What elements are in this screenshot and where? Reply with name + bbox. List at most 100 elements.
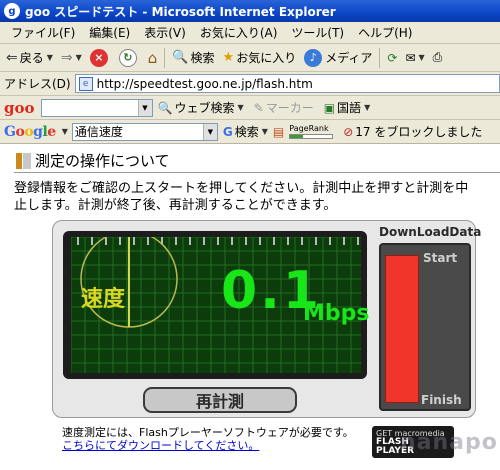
search-label: 検索 xyxy=(190,51,215,65)
news-icon[interactable]: ▤ xyxy=(273,125,284,139)
back-dropdown-icon[interactable]: ▼ xyxy=(47,53,53,62)
web-search-label: ウェブ検索 xyxy=(174,101,235,115)
watermark: nanapo.net xyxy=(400,430,500,455)
favorites-star-icon: ★ xyxy=(222,50,235,65)
meter-screen: 速度 0.1 Mbps xyxy=(71,237,369,373)
download-title: DownLoadData xyxy=(379,225,482,239)
intro-line-1: 登録情報をご確認の上スタートを押してください。計測中止を押すと計測を中 xyxy=(14,181,469,196)
heading-text: 測定の操作について xyxy=(35,152,170,170)
history-button[interactable]: ⟳ xyxy=(383,46,401,70)
menu-edit[interactable]: 編集(E) xyxy=(82,24,137,41)
remeasure-button[interactable]: 再計測 xyxy=(143,387,297,413)
footnote-text: 速度測定には、Flashプレーヤーソフトウェアが必要です。 xyxy=(62,426,354,439)
dictionary-button[interactable]: ▣ 国語 ▼ xyxy=(319,99,376,116)
heading-marker-icon xyxy=(16,152,31,169)
flash-requirement-note: 速度測定には、Flashプレーヤーソフトウェアが必要です。 こちらにてダウンロー… xyxy=(62,426,354,452)
window-title-bar: g goo スピードテスト - Microsoft Internet Explo… xyxy=(0,0,500,22)
dictionary-icon: ▣ xyxy=(323,100,336,115)
menu-favorites[interactable]: お気に入り(A) xyxy=(193,24,285,41)
toolbar-divider xyxy=(379,47,381,68)
web-search-dropdown-icon[interactable]: ▼ xyxy=(237,103,243,112)
google-search-dropdown-icon[interactable]: ▼ xyxy=(202,123,217,140)
search-button[interactable]: 🔍 検索 xyxy=(168,46,218,70)
forward-arrow-icon: ⇒ xyxy=(60,49,73,66)
address-label: アドレス(D) xyxy=(4,77,71,91)
goo-search-dropdown-icon[interactable]: ▼ xyxy=(137,99,152,116)
flash-download-link[interactable]: こちらにてダウンロードしてください。 xyxy=(62,439,354,452)
mail-button[interactable]: ✉ ▼ xyxy=(401,46,428,70)
google-menu-dropdown-icon[interactable]: ▼ xyxy=(62,127,68,136)
popup-blocked-count: 17 をブロックしました xyxy=(355,125,483,139)
menu-file[interactable]: ファイル(F) xyxy=(4,24,82,41)
goo-toolbar: goo ▼ 🔍 ウェブ検索 ▼ ✎ マーカー ▣ 国語 ▼ xyxy=(0,96,500,120)
search-icon: 🔍 xyxy=(157,100,173,115)
print-icon: ⎙ xyxy=(432,50,443,64)
google-search-options-icon[interactable]: ▼ xyxy=(262,127,268,136)
popup-blocker-button[interactable]: ⊘ 17 をブロックしました xyxy=(338,123,487,140)
intro-line-2: 止します。計測が終了後、再計測することができます。 xyxy=(14,198,337,213)
menu-help[interactable]: ヘルプ(H) xyxy=(351,24,419,41)
goo-logo[interactable]: goo xyxy=(4,99,35,117)
google-toolbar: Google ▼ 通信速度 ▼ G 検索 ▼ ▤ PageRank ⊘ 17 を… xyxy=(0,120,500,144)
goo-search-input[interactable]: ▼ xyxy=(40,98,153,117)
web-search-button[interactable]: 🔍 ウェブ検索 ▼ xyxy=(153,99,249,116)
ie-goo-icon: g xyxy=(4,3,20,19)
back-button[interactable]: ⇐ 戻る ▼ xyxy=(2,46,57,70)
address-url: http://speedtest.goo.ne.jp/flash.htm xyxy=(96,76,313,91)
download-data-panel: DownLoadData Start Finish xyxy=(375,221,481,417)
google-g-icon: G xyxy=(222,124,233,139)
standard-toolbar: ⇐ 戻る ▼ ⇒ ▼ × ↻ ⌂ 🔍 検索 ★ お気に入り ♪ メディア ⟳ ✉… xyxy=(0,44,500,72)
menu-bar: ファイル(F) 編集(E) 表示(V) お気に入り(A) ツール(T) ヘルプ(… xyxy=(0,22,500,44)
back-arrow-icon: ⇐ xyxy=(6,49,18,66)
pagerank-fill xyxy=(290,135,303,138)
stop-button[interactable]: × xyxy=(86,46,115,70)
page-icon: e xyxy=(78,76,93,91)
marker-icon: ✎ xyxy=(253,100,264,115)
media-label: メディア xyxy=(325,51,373,65)
mail-dropdown-icon[interactable]: ▼ xyxy=(419,53,425,62)
google-logo[interactable]: Google xyxy=(4,124,56,140)
google-search-button[interactable]: G 検索 ▼ xyxy=(218,123,273,140)
forward-dropdown-icon[interactable]: ▼ xyxy=(76,53,82,62)
google-search-input[interactable]: 通信速度 ▼ xyxy=(71,122,218,141)
refresh-button[interactable]: ↻ xyxy=(115,46,144,70)
marker-button[interactable]: ✎ マーカー xyxy=(249,99,319,116)
address-input[interactable]: e http://speedtest.goo.ne.jp/flash.htm xyxy=(74,74,500,93)
pagerank-indicator: PageRank xyxy=(289,124,334,139)
google-search-label: 検索 xyxy=(234,125,259,139)
back-label: 戻る xyxy=(19,51,44,65)
forward-button[interactable]: ⇒ ▼ xyxy=(57,46,86,70)
search-icon: 🔍 xyxy=(172,50,189,65)
menu-tools[interactable]: ツール(T) xyxy=(284,24,351,41)
popup-blocker-icon: ⊘ xyxy=(343,124,354,139)
pagerank-bar xyxy=(289,134,334,139)
dictionary-dropdown-icon[interactable]: ▼ xyxy=(364,103,370,112)
download-gauge: Start Finish xyxy=(379,243,471,411)
pagerank-label: PageRank xyxy=(289,124,329,133)
dictionary-label: 国語 xyxy=(337,101,362,115)
marker-label: マーカー xyxy=(265,101,314,115)
home-button[interactable]: ⌂ xyxy=(144,46,162,70)
page-content: 測定の操作について 登録情報をご確認の上スタートを押してください。計測中止を押す… xyxy=(0,144,500,470)
refresh-icon: ↻ xyxy=(118,48,137,67)
speed-label: 速度 xyxy=(81,287,126,312)
speed-test-panel: 速度 0.1 Mbps 再計測 DownLoadData Start Finis… xyxy=(52,220,481,418)
address-bar: アドレス(D) e http://speedtest.goo.ne.jp/fla… xyxy=(0,72,500,96)
finish-label: Finish xyxy=(421,393,462,407)
intro-text: 登録情報をご確認の上スタートを押してください。計測中止を押すと計測を中 止します… xyxy=(14,180,500,214)
history-icon: ⟳ xyxy=(387,50,398,65)
media-icon: ♪ xyxy=(304,48,323,67)
home-icon: ⌂ xyxy=(147,48,158,67)
download-progress-bar xyxy=(385,255,419,403)
speed-meter: 速度 0.1 Mbps xyxy=(63,231,369,379)
favorites-label: お気に入り xyxy=(236,51,297,65)
media-button[interactable]: ♪ メディア xyxy=(300,46,376,70)
section-heading: 測定の操作について xyxy=(16,150,170,171)
print-button[interactable]: ⎙ xyxy=(429,46,447,70)
stop-icon: × xyxy=(89,48,108,67)
heading-divider xyxy=(14,172,500,173)
menu-view[interactable]: 表示(V) xyxy=(137,24,193,41)
favorites-button[interactable]: ★ お気に入り xyxy=(219,46,301,70)
window-title: goo スピードテスト - Microsoft Internet Explore… xyxy=(25,4,336,19)
toolbar-divider xyxy=(164,47,166,68)
